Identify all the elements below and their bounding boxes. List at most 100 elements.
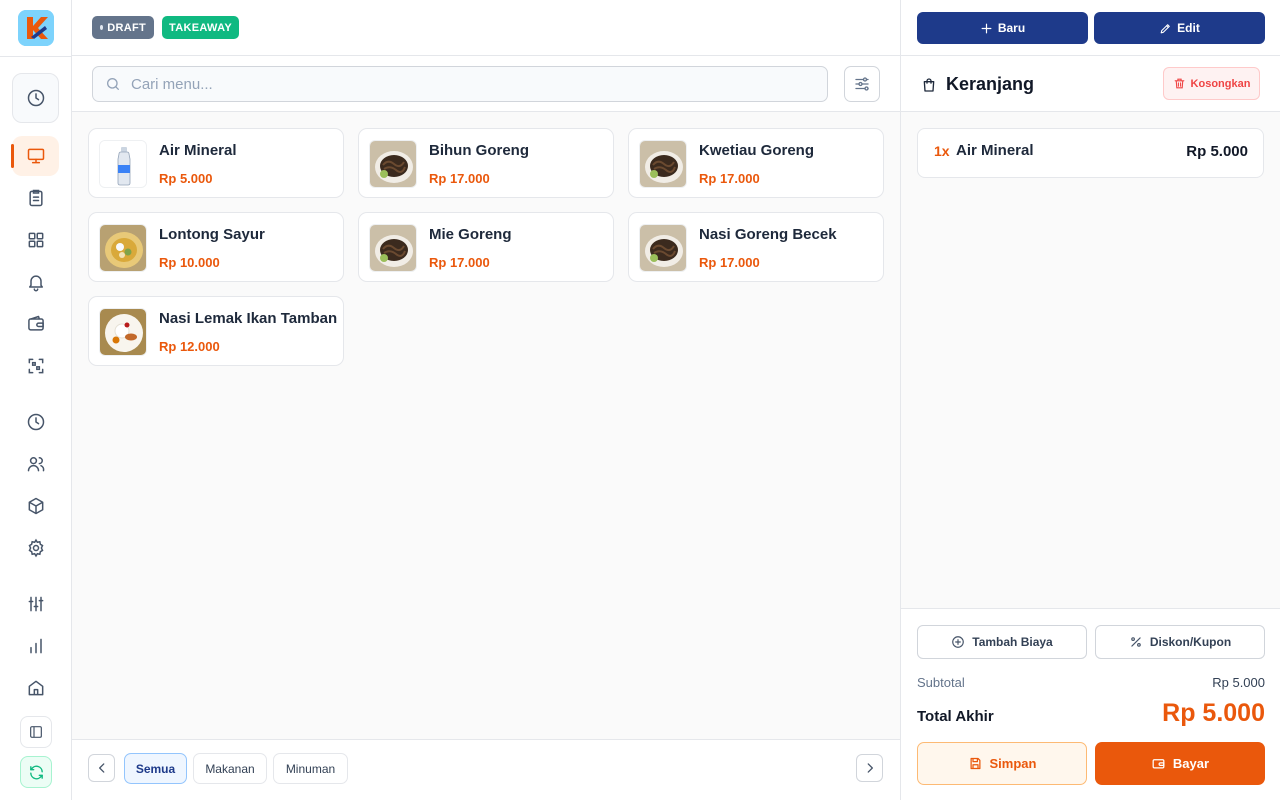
total-value: Rp 5.000 (1162, 699, 1265, 727)
cart-header: Keranjang Kosongkan (901, 56, 1280, 112)
filter-button[interactable] (844, 66, 880, 102)
cart-item-name: Air Mineral (956, 142, 1034, 159)
fried-noodle-icon (640, 141, 686, 187)
menu-item-price: Rp 10.000 (159, 255, 220, 270)
sidebar-item-history[interactable] (12, 402, 59, 442)
search-input[interactable] (131, 75, 811, 93)
refresh-icon (29, 765, 43, 779)
menu-item-price: Rp 17.000 (699, 171, 760, 186)
sidebar-item-pos[interactable] (11, 136, 59, 176)
subtotal-value: Rp 5.000 (1212, 675, 1265, 690)
menu-item-name: Air Mineral (159, 142, 237, 159)
total-label: Total Akhir (917, 708, 994, 725)
clear-cart-label: Kosongkan (1190, 77, 1251, 90)
category-bar: Semua Makanan Minuman (72, 739, 900, 800)
sidebar-item-wallet[interactable] (12, 304, 59, 344)
category-prev-button[interactable] (88, 754, 115, 782)
menu-item-price: Rp 12.000 (159, 339, 220, 354)
sidebar-item-notifications[interactable] (12, 262, 59, 302)
category-tab-drinks[interactable]: Minuman (273, 753, 348, 784)
clear-cart-button[interactable]: Kosongkan (1163, 67, 1260, 100)
new-order-label: Baru (997, 21, 1026, 35)
sidebar-item-customers[interactable] (12, 444, 59, 484)
menu-item-card[interactable]: Air Mineral Rp 5.000 (88, 128, 344, 198)
percent-icon (1131, 637, 1141, 647)
sidebar-item-qr[interactable] (12, 346, 59, 386)
category-tab-food[interactable]: Makanan (193, 753, 267, 784)
add-fee-button[interactable]: Tambah Biaya (917, 625, 1087, 659)
sidebar-toggle-icon (30, 726, 42, 738)
discount-button[interactable]: Diskon/Kupon (1095, 625, 1265, 659)
order-type-badge[interactable]: TAKEAWAY (162, 16, 239, 39)
cart-summary: Tambah Biaya Diskon/Kupon Subtotal Rp 5.… (901, 608, 1280, 800)
draft-badge-label: DRAFT (107, 21, 146, 34)
status-dot-icon (100, 25, 104, 30)
sidebar-item-adjustments[interactable] (12, 584, 59, 624)
category-next-button[interactable] (856, 754, 883, 782)
cart-item-qty: 1x (934, 143, 950, 159)
menu-item-price: Rp 17.000 (699, 255, 760, 270)
sidebar-item-outlet[interactable] (12, 668, 59, 708)
wallet-icon (1152, 759, 1165, 769)
plus-circle-icon (952, 636, 965, 648)
logo-mark-icon (18, 10, 54, 46)
edit-order-button[interactable]: Edit (1094, 12, 1265, 44)
sync-button[interactable] (20, 756, 52, 788)
sidebar-item-reports[interactable] (12, 626, 59, 666)
menu-item-card[interactable]: Kwetiau Goreng Rp 17.000 (628, 128, 884, 198)
fried-noodle-icon (640, 225, 686, 271)
menu-item-price: Rp 17.000 (429, 171, 490, 186)
cart-items-list: 1x Air Mineral Rp 5.000 (901, 112, 1280, 608)
bell-icon (28, 275, 43, 292)
app-logo[interactable] (18, 10, 54, 46)
search-row (72, 56, 900, 112)
discount-label: Diskon/Kupon (1149, 635, 1232, 649)
filter-sliders-icon (855, 77, 869, 91)
pay-label: Bayar (1172, 756, 1210, 771)
box-icon (28, 497, 43, 515)
save-icon (970, 757, 981, 770)
sidebar (0, 0, 72, 800)
edit-order-label: Edit (1177, 21, 1200, 35)
save-order-label: Simpan (989, 756, 1037, 771)
nasi-lemak-icon (100, 309, 146, 355)
bar-chart-icon (29, 638, 42, 654)
fried-noodle-icon (370, 225, 416, 271)
menu-item-card[interactable]: Nasi Lemak Ikan Tamban Rp 12.000 (88, 296, 344, 366)
menu-item-card[interactable]: Nasi Goreng Becek Rp 17.000 (628, 212, 884, 282)
menu-item-price: Rp 17.000 (429, 255, 490, 270)
cart-item-price: Rp 5.000 (1186, 143, 1248, 160)
home-icon (28, 680, 43, 696)
sidebar-item-menu[interactable] (12, 220, 59, 260)
lontong-sayur-icon (100, 225, 146, 271)
sidebar-item-orders[interactable] (12, 178, 59, 218)
wallet-icon (27, 315, 44, 331)
sliders-icon (28, 596, 43, 612)
subtotal-label: Subtotal (917, 675, 965, 690)
menu-item-card[interactable]: Bihun Goreng Rp 17.000 (358, 128, 614, 198)
search-box (92, 66, 828, 102)
fried-noodle-icon (370, 141, 416, 187)
menu-item-name: Lontong Sayur (159, 226, 265, 243)
sidebar-item-settings[interactable] (12, 528, 59, 568)
save-order-button[interactable]: Simpan (917, 742, 1087, 785)
category-tab-all[interactable]: Semua (124, 753, 187, 784)
new-order-button[interactable]: Baru (917, 12, 1088, 44)
menu-item-name: Bihun Goreng (429, 142, 529, 159)
menu-item-card[interactable]: Lontong Sayur Rp 10.000 (88, 212, 344, 282)
sidebar-item-shift[interactable] (12, 73, 59, 123)
menu-item-image (99, 308, 147, 356)
cart-item[interactable]: 1x Air Mineral Rp 5.000 (917, 128, 1264, 178)
menu-item-image (639, 140, 687, 188)
grid-icon (28, 232, 43, 248)
menu-item-name: Nasi Goreng Becek (699, 226, 837, 243)
menu-grid: Air Mineral Rp 5.000 Bihun Goreng Rp 17.… (72, 112, 900, 739)
shopping-bag-icon (923, 77, 935, 92)
menu-item-image (99, 224, 147, 272)
pay-button[interactable]: Bayar (1095, 742, 1265, 785)
sidebar-collapse-button[interactable] (20, 716, 52, 748)
history-icon (27, 413, 44, 431)
qr-scan-icon (28, 358, 43, 374)
sidebar-item-inventory[interactable] (12, 486, 59, 526)
menu-item-card[interactable]: Mie Goreng Rp 17.000 (358, 212, 614, 282)
